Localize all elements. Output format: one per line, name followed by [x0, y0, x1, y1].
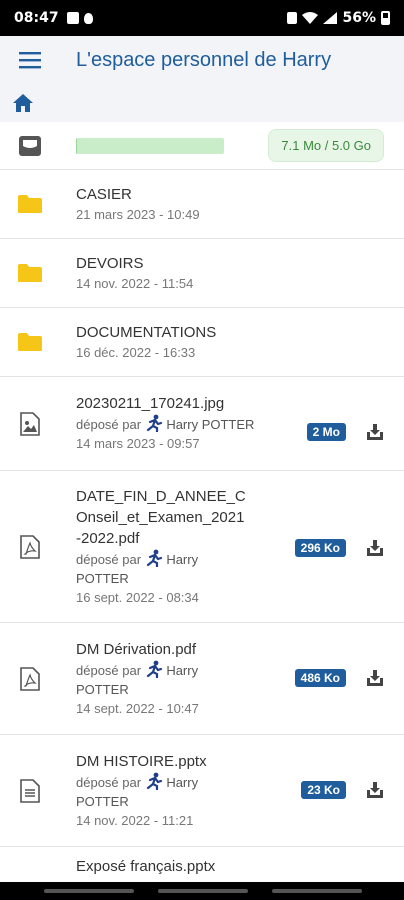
- item-name: DEVOIRS: [76, 254, 144, 272]
- document-file-icon: [20, 778, 40, 803]
- item-name: DM Dérivation.pdf: [76, 640, 197, 658]
- storage-quota-bar: [76, 137, 224, 154]
- signal-icon: [323, 12, 338, 24]
- nav-segment: [44, 889, 134, 893]
- list-item-folder-casier[interactable]: CASIER 21 mars 2023 - 10:49: [0, 170, 404, 239]
- file-list: CASIER 21 mars 2023 - 10:49 DEVOIRS 14 n…: [0, 170, 404, 887]
- storage-quota-fill: [76, 137, 77, 154]
- item-name: CASIER: [76, 185, 132, 203]
- storage-quota-badge: 7.1 Mo / 5.0 Go: [268, 129, 384, 162]
- download-button[interactable]: [364, 667, 386, 689]
- runner-icon: [146, 414, 162, 432]
- pdf-file-icon: [20, 666, 40, 691]
- download-icon: [367, 424, 383, 440]
- runner-icon: [146, 660, 162, 678]
- list-item-file-pdf[interactable]: DATE_FIN_D_ANNEE_C Onseil_et_Examen_2021…: [0, 471, 404, 623]
- battery-icon: [381, 11, 390, 25]
- page-title: L'espace personnel de Harry: [76, 48, 332, 71]
- item-uploader: déposé par Harry POTTER: [76, 414, 404, 434]
- item-uploader: déposé par Harry POTTER: [76, 549, 404, 588]
- status-bar: 08:47 56%: [0, 0, 404, 36]
- storage-drive-icon: [19, 135, 41, 156]
- item-date: 21 mars 2023 - 10:49: [76, 206, 200, 222]
- item-name: DM HISTOIRE.pptx: [76, 752, 207, 770]
- gallery-notification-icon: [66, 12, 79, 24]
- file-size-badge: 486 Ko: [294, 669, 346, 687]
- wifi-icon: [302, 12, 319, 24]
- storage-quota-row: 7.1 Mo / 5.0 Go: [0, 122, 404, 170]
- item-name: DOCUMENTATIONS: [76, 323, 217, 341]
- list-item-folder-devoirs[interactable]: DEVOIRS 14 nov. 2022 - 11:54: [0, 239, 404, 308]
- pdf-file-icon: [20, 534, 40, 559]
- menu-button[interactable]: [0, 36, 60, 84]
- image-file-icon: [20, 411, 40, 436]
- download-button[interactable]: [364, 421, 386, 443]
- runner-icon: [146, 549, 162, 567]
- nav-segment: [158, 889, 248, 893]
- download-icon: [367, 540, 383, 556]
- item-name: DATE_FIN_D_ANNEE_C Onseil_et_Examen_2021…: [76, 487, 246, 547]
- system-navigation-bar: [0, 882, 404, 900]
- item-date: 14 nov. 2022 - 11:54: [76, 275, 194, 291]
- nav-segment: [272, 889, 362, 893]
- status-time: 08:47: [14, 10, 59, 26]
- item-uploader: déposé par Harry POTTER: [76, 772, 404, 811]
- file-size-badge: 2 Mo: [306, 423, 346, 441]
- item-date: 14 nov. 2022 - 11:21: [76, 812, 194, 828]
- breadcrumb: [0, 84, 404, 122]
- folder-icon: [18, 264, 42, 282]
- battery-percent: 56%: [342, 10, 376, 26]
- item-name: 20230211_170241.jpg: [76, 395, 225, 412]
- app-header: L'espace personnel de Harry: [0, 36, 404, 84]
- list-item-file-image[interactable]: 20230211_170241.jpg déposé par Harry POT…: [0, 377, 404, 471]
- item-date: 16 sept. 2022 - 08:34: [76, 589, 199, 605]
- item-date: 16 déc. 2022 - 16:33: [76, 344, 196, 360]
- item-date: 14 mars 2023 - 09:57: [76, 436, 200, 451]
- list-item-file-pdf[interactable]: DM Dérivation.pdf déposé par Harry POTTE…: [0, 623, 404, 735]
- runner-icon: [146, 772, 162, 790]
- hamburger-menu-icon: [19, 52, 41, 69]
- download-button[interactable]: [364, 779, 386, 801]
- folder-icon: [18, 333, 42, 351]
- location-notification-icon: [83, 12, 93, 24]
- item-date: 14 sept. 2022 - 10:47: [76, 700, 199, 716]
- download-icon: [367, 670, 383, 686]
- list-item-file-document[interactable]: Exposé français.pptx: [0, 847, 404, 887]
- home-icon[interactable]: [12, 93, 34, 113]
- list-item-file-document[interactable]: DM HISTOIRE.pptx déposé par Harry POTTER…: [0, 735, 404, 847]
- item-name: Exposé français.pptx: [76, 858, 216, 875]
- download-icon: [367, 782, 383, 798]
- list-item-folder-documentations[interactable]: DOCUMENTATIONS 16 déc. 2022 - 16:33: [0, 308, 404, 377]
- folder-icon: [18, 195, 42, 213]
- file-size-badge: 296 Ko: [294, 539, 346, 557]
- item-uploader: déposé par Harry POTTER: [76, 660, 404, 699]
- download-button[interactable]: [364, 537, 386, 559]
- file-size-badge: 23 Ko: [301, 781, 346, 799]
- mute-icon: [287, 12, 298, 24]
